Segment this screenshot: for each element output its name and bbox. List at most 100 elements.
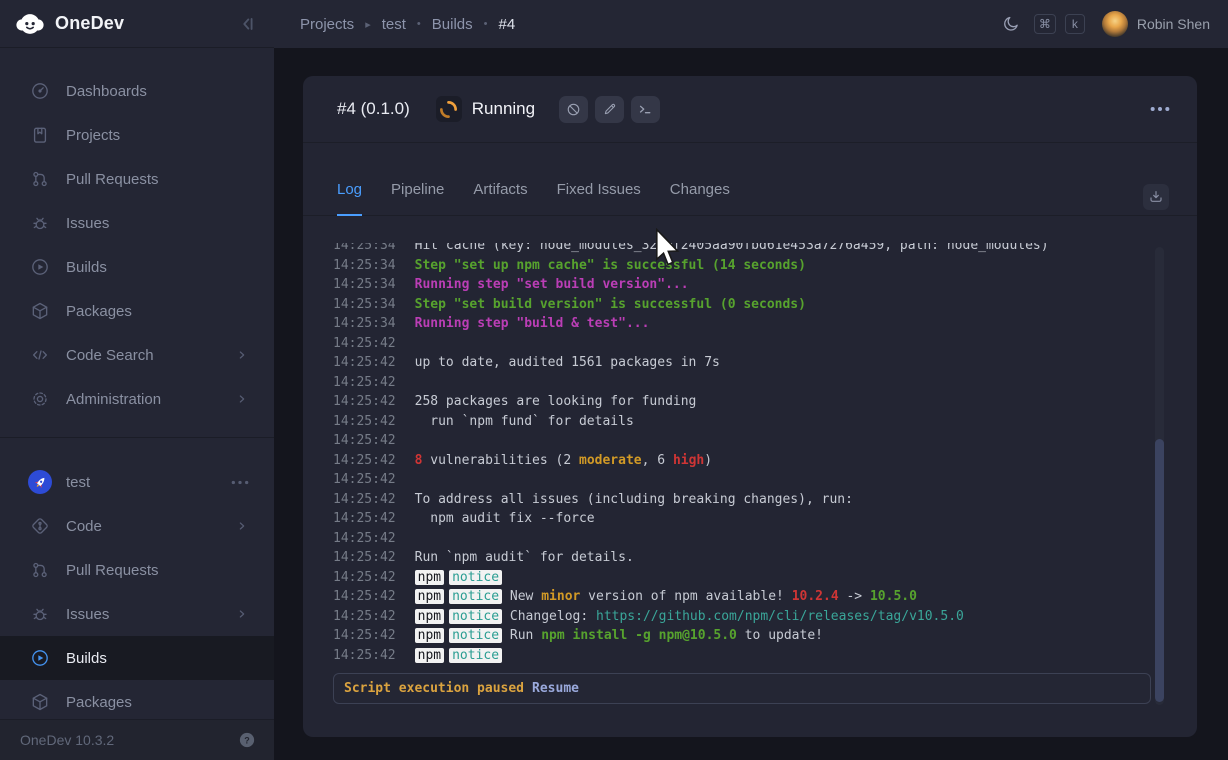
sidebar-project-item-packages[interactable]: Packages xyxy=(0,680,274,724)
log-line: 14:25:42 xyxy=(333,470,1169,490)
log-scrollbar-thumb[interactable] xyxy=(1155,439,1164,702)
resume-link[interactable]: Resume xyxy=(532,681,579,696)
bug-icon xyxy=(30,213,50,233)
sidebar-project-item-issues[interactable]: Issues xyxy=(0,592,274,636)
log-timestamp: 14:25:42 xyxy=(333,336,396,351)
dashboard-icon xyxy=(30,81,50,101)
log-text: minor xyxy=(541,589,580,604)
tab-pipeline[interactable]: Pipeline xyxy=(391,181,444,215)
log-timestamp: 14:25:42 xyxy=(333,375,396,390)
tab-log[interactable]: Log xyxy=(337,181,362,215)
script-paused-banner: Script execution paused Resume xyxy=(333,673,1151,704)
log-text: npm install -g npm@10.5.0 xyxy=(541,628,737,643)
terminal-button[interactable] xyxy=(631,96,660,123)
sidebar-project-item-code[interactable]: Code xyxy=(0,504,274,548)
log-timestamp: 14:25:42 xyxy=(333,589,396,604)
sidebar-project-item-pull-requests[interactable]: Pull Requests xyxy=(0,548,274,592)
sidebar-item-administration[interactable]: Administration xyxy=(0,377,274,421)
sidebar-item-label: Code Search xyxy=(66,347,234,364)
onedev-logo-icon xyxy=(15,9,45,39)
log-line: 14:25:42 To address all issues (including… xyxy=(333,490,1169,510)
breadcrumb-test[interactable]: test xyxy=(382,16,406,33)
sidebar-item-builds[interactable]: Builds xyxy=(0,245,274,289)
project-menu-icon[interactable] xyxy=(230,479,250,486)
sidebar-project-item-test[interactable]: test xyxy=(0,460,274,504)
log-line: 14:25:42 run `npm fund` for details xyxy=(333,412,1169,432)
breadcrumb-separator: ▸ xyxy=(365,18,371,31)
log-line: 14:25:42Run `npm audit` for details. xyxy=(333,548,1169,568)
npm-badge: npm xyxy=(415,628,444,643)
log-timestamp: 14:25:42 xyxy=(333,570,396,585)
book-icon xyxy=(30,125,50,145)
log-text: , 6 xyxy=(642,453,673,468)
log-link[interactable]: https://github.com/npm/cli/releases/tag/… xyxy=(596,609,964,624)
sidebar-collapse-icon[interactable] xyxy=(236,13,258,35)
log-line: 14:25:42258 packages are looking for fun… xyxy=(333,392,1169,412)
tab-artifacts[interactable]: Artifacts xyxy=(473,181,527,215)
sidebar-item-code-search[interactable]: Code Search xyxy=(0,333,274,377)
log-timestamp: 14:25:34 xyxy=(333,316,396,331)
log-timestamp: 14:25:42 xyxy=(333,414,396,429)
log-line: 14:25:42npmnotice xyxy=(333,646,1169,666)
sidebar-item-projects[interactable]: Projects xyxy=(0,113,274,157)
sidebar-item-label: Issues xyxy=(66,215,250,232)
chevron-right-icon xyxy=(234,606,250,622)
tab-fixed-issues[interactable]: Fixed Issues xyxy=(557,181,641,215)
help-icon[interactable]: ? xyxy=(238,731,256,749)
sidebar-item-label: Packages xyxy=(66,303,250,320)
build-title: #4 (0.1.0) xyxy=(337,99,410,119)
package-icon xyxy=(30,301,50,321)
tab-changes[interactable]: Changes xyxy=(670,181,730,215)
log-timestamp: 14:25:42 xyxy=(333,492,396,507)
version-label: OneDev 10.3.2 xyxy=(20,732,238,748)
build-status: Running xyxy=(472,99,535,119)
pull-request-icon xyxy=(30,560,50,580)
log-text: To address all issues (including breakin… xyxy=(415,492,853,507)
log-line: 14:25:34Running step "build & test"... xyxy=(333,314,1169,334)
sidebar-item-pull-requests[interactable]: Pull Requests xyxy=(0,157,274,201)
log-text: 10.2.4 xyxy=(792,589,839,604)
sidebar-item-label: Projects xyxy=(66,127,250,144)
breadcrumb-separator: • xyxy=(417,18,421,30)
topbar-right: ⌘ k Robin Shen xyxy=(1002,11,1210,37)
breadcrumb-4: #4 xyxy=(498,16,515,33)
edit-button[interactable] xyxy=(595,96,624,123)
log-line: 14:25:428 vulnerabilities (2 moderate, 6… xyxy=(333,451,1169,471)
breadcrumb-projects[interactable]: Projects xyxy=(300,16,354,33)
user-name[interactable]: Robin Shen xyxy=(1137,16,1210,32)
log-line: 14:25:42npmnotice Changelog: https://git… xyxy=(333,607,1169,627)
sidebar-item-issues[interactable]: Issues xyxy=(0,201,274,245)
build-actions xyxy=(559,96,660,123)
download-log-icon[interactable] xyxy=(1143,184,1169,210)
build-card: #4 (0.1.0) Running Log Pipeline Artifacts F… xyxy=(303,76,1197,737)
npm-badge: npm xyxy=(415,589,444,604)
notice-badge: notice xyxy=(449,628,502,643)
sidebar-item-dashboards[interactable]: Dashboards xyxy=(0,69,274,113)
cancel-button[interactable] xyxy=(559,96,588,123)
chevron-right-icon xyxy=(234,518,250,534)
sidebar-item-label: Packages xyxy=(66,694,250,711)
log-timestamp: 14:25:42 xyxy=(333,550,396,565)
topbar: Projects▸test•Builds•#4 ⌘ k Robin Shen xyxy=(274,0,1228,48)
log-line: 14:25:42 xyxy=(333,334,1169,354)
log-scrollbar-track[interactable] xyxy=(1155,247,1164,705)
shortcut-k-key[interactable]: k xyxy=(1065,14,1085,34)
log-line: 14:25:42npmnotice xyxy=(333,568,1169,588)
sidebar-item-packages[interactable]: Packages xyxy=(0,289,274,333)
more-options-icon[interactable] xyxy=(1145,101,1175,117)
dark-mode-icon[interactable] xyxy=(1002,15,1020,33)
sidebar: OneDev DashboardsProjectsPull RequestsIs… xyxy=(0,0,274,760)
log-line: 14:25:42up to date, audited 1561 package… xyxy=(333,353,1169,373)
sidebar-project-item-builds[interactable]: Builds xyxy=(0,636,274,680)
shortcut-cmd-key[interactable]: ⌘ xyxy=(1034,14,1056,34)
notice-badge: notice xyxy=(449,589,502,604)
chevron-right-icon xyxy=(234,391,250,407)
npm-badge: npm xyxy=(415,609,444,624)
build-log: 14:25:34Hit cache (key: node_modules_32/… xyxy=(333,243,1169,667)
paused-message: Script execution paused xyxy=(344,681,524,696)
breadcrumb-builds[interactable]: Builds xyxy=(432,16,473,33)
running-spinner-icon xyxy=(436,96,462,122)
log-text: Running step "set build version"... xyxy=(415,277,689,292)
log-text: version of npm available! xyxy=(580,589,791,604)
user-avatar[interactable] xyxy=(1102,11,1128,37)
